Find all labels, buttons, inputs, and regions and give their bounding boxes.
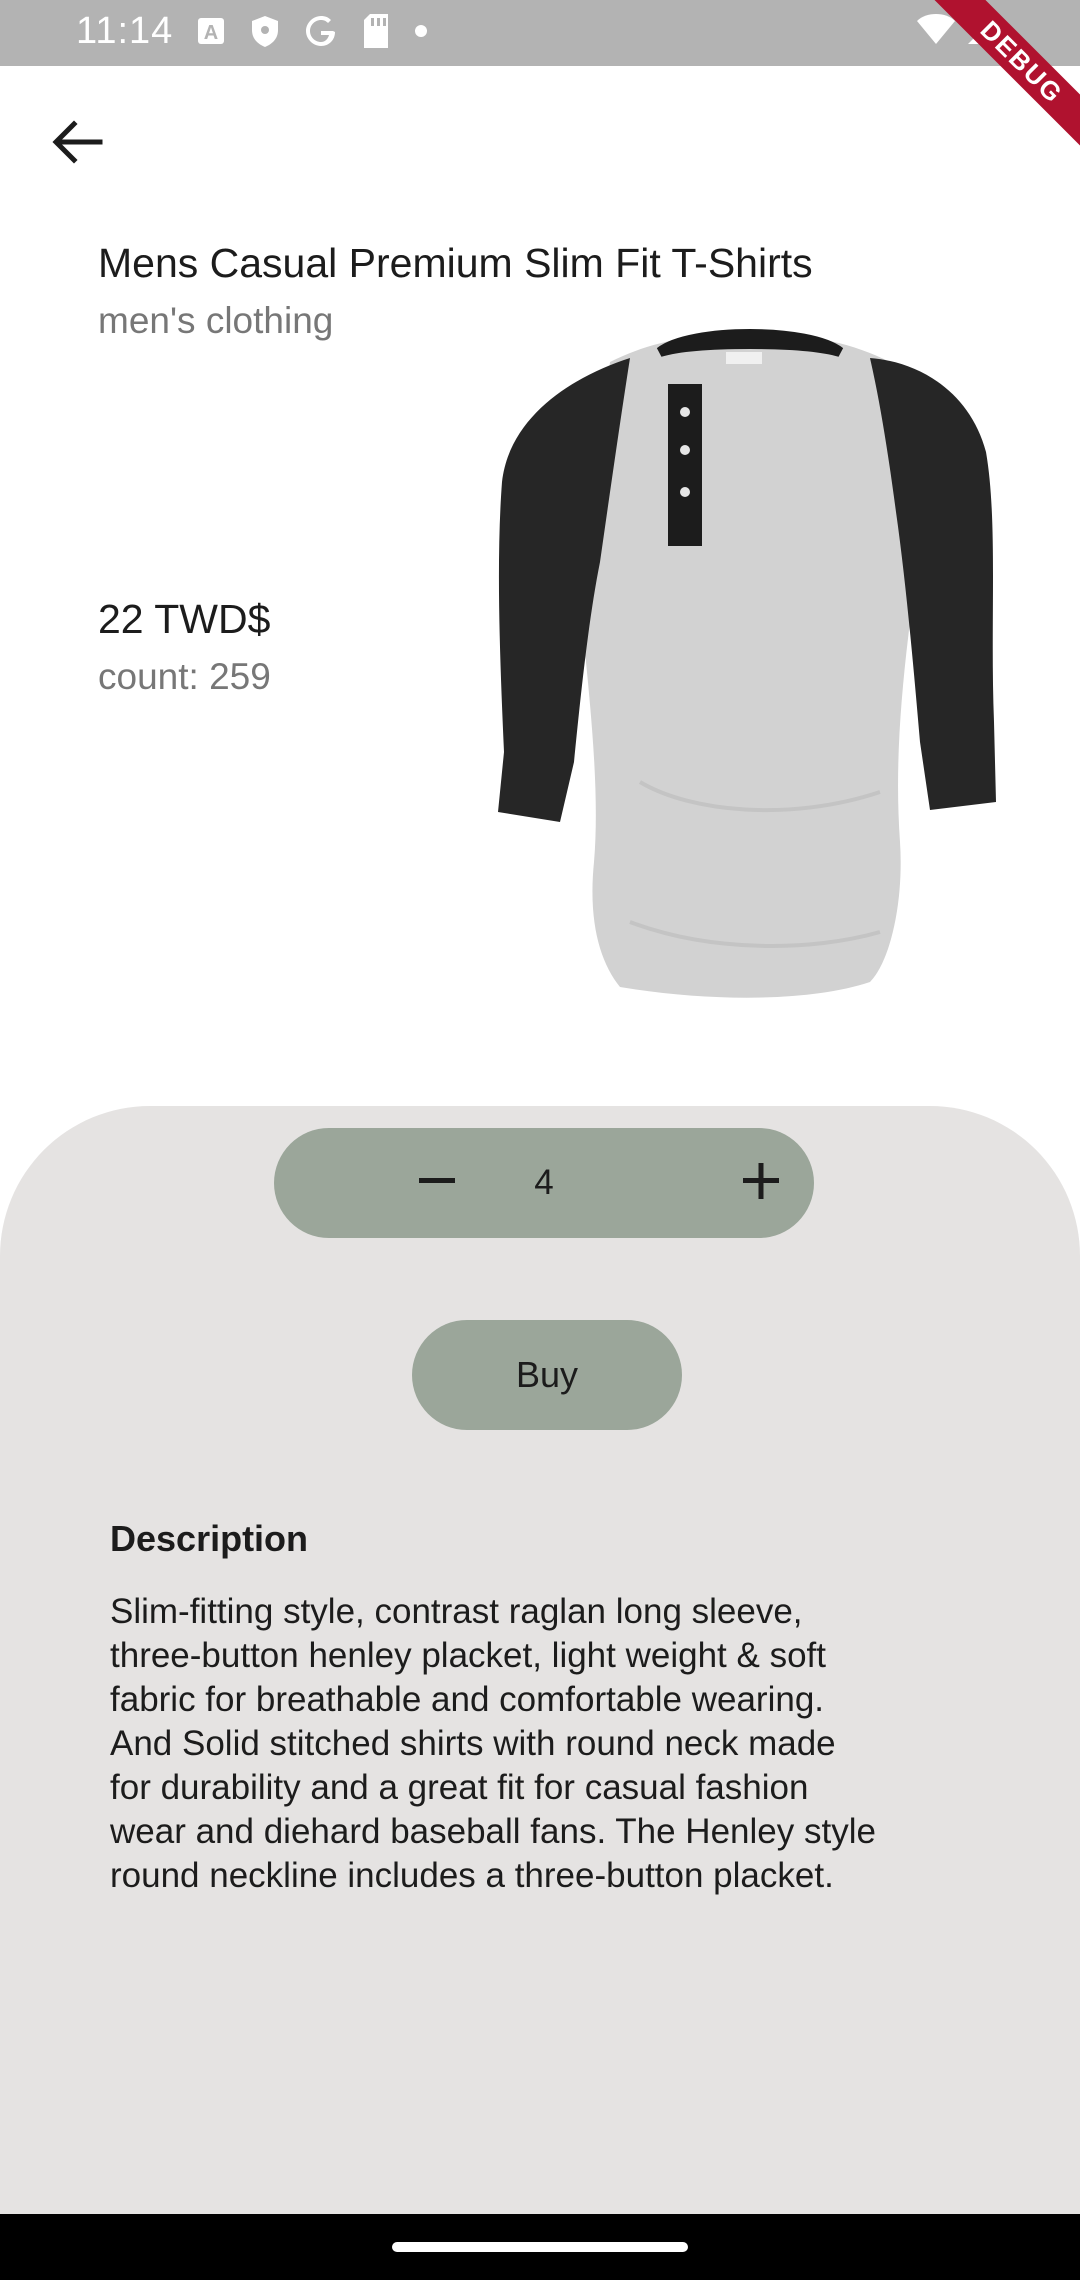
buy-button[interactable]: Buy — [412, 1320, 682, 1430]
product-category: men's clothing — [98, 300, 334, 341]
description-heading: Description — [110, 1518, 309, 1559]
decrease-quantity-button[interactable] — [382, 1128, 492, 1238]
product-price: 22 TWD$ — [98, 596, 271, 642]
shield-icon — [250, 14, 280, 48]
status-time: 11:14 — [76, 10, 174, 52]
status-notification-icons: A — [196, 14, 428, 48]
wifi-icon — [916, 13, 956, 50]
description-line: Slim-fitting style, contrast raglan long… — [110, 1592, 803, 1631]
dot-icon — [414, 24, 428, 38]
plus-icon — [739, 1159, 783, 1208]
arrow-back-icon — [52, 119, 104, 169]
back-button[interactable] — [40, 106, 116, 182]
signal-icon — [966, 12, 1000, 51]
sim-card-icon — [362, 14, 390, 48]
product-title: Mens Casual Premium Slim Fit T-Shirts — [98, 240, 813, 286]
quantity-stepper: 4 — [274, 1128, 814, 1238]
google-g-icon — [304, 14, 338, 48]
description-line: And Solid stitched shirts with round nec… — [110, 1724, 836, 1763]
status-bar: 11:14 A — [0, 0, 1080, 66]
minus-icon — [415, 1159, 459, 1208]
henley-tshirt-illustration — [498, 329, 996, 998]
description-line: fabric for breathable and comfortable we… — [110, 1680, 825, 1719]
increase-quantity-button[interactable] — [706, 1128, 816, 1238]
quantity-value: 4 — [534, 1163, 554, 1202]
a-letter-icon: A — [196, 16, 226, 46]
description-line: for durability and a great fit for casua… — [110, 1768, 809, 1807]
product-image — [490, 322, 1010, 1002]
description-line: round neckline includes a three-button p… — [110, 1856, 834, 1895]
home-gesture-handle[interactable] — [392, 2242, 688, 2252]
svg-text:A: A — [204, 22, 218, 44]
description-line: three-button henley placket, light weigh… — [110, 1636, 826, 1675]
product-count: count: 259 — [98, 656, 271, 697]
description-line: wear and diehard baseball fans. The Henl… — [110, 1812, 876, 1851]
status-system-icons — [916, 12, 1000, 51]
description-body: Slim-fitting style, contrast raglan long… — [110, 1590, 970, 1898]
